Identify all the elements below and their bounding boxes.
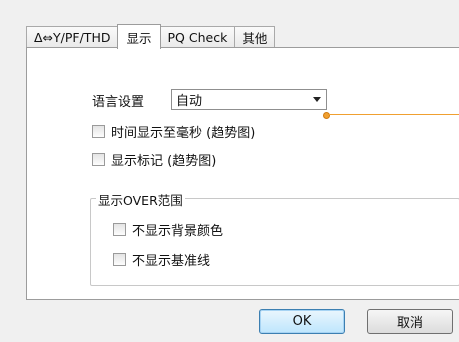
time-ms-checkbox[interactable] xyxy=(92,125,105,138)
language-setting-label: 语言设置 xyxy=(92,95,145,110)
tab-display[interactable]: 显示 xyxy=(117,24,161,49)
callout-line xyxy=(329,114,459,115)
language-dropdown-value: 自动 xyxy=(176,94,203,109)
no-bg-color-label: 不显示背景颜色 xyxy=(132,224,224,239)
tab-strip: Δ⇔Y/PF/THD 显示 PQ Check 其他 xyxy=(26,24,276,49)
no-baseline-label: 不显示基准线 xyxy=(132,254,211,269)
dropdown-arrow-icon xyxy=(313,97,321,102)
show-marker-label: 显示标记 (趋势图) xyxy=(111,154,217,169)
settings-dialog: Δ⇔Y/PF/THD 显示 PQ Check 其他 语言设置 自动 时间显示至毫… xyxy=(0,0,459,342)
no-baseline-option[interactable]: 不显示基准线 xyxy=(113,250,210,269)
cancel-button[interactable]: 取消 xyxy=(367,309,453,334)
no-bg-color-checkbox[interactable] xyxy=(113,223,126,236)
time-ms-option[interactable]: 时间显示至毫秒 (趋势图) xyxy=(92,122,255,141)
show-marker-checkbox[interactable] xyxy=(92,153,105,166)
tab-other[interactable]: 其他 xyxy=(234,26,276,48)
over-range-group-title: 显示OVER范围 xyxy=(96,190,185,209)
time-ms-label: 时间显示至毫秒 (趋势图) xyxy=(111,126,256,141)
ok-button[interactable]: OK xyxy=(259,309,345,334)
show-marker-option[interactable]: 显示标记 (趋势图) xyxy=(92,150,216,169)
tab-delta-y-pf-thd[interactable]: Δ⇔Y/PF/THD xyxy=(26,26,119,48)
over-range-group xyxy=(90,198,459,286)
no-baseline-checkbox[interactable] xyxy=(113,253,126,266)
language-dropdown[interactable]: 自动 xyxy=(171,89,327,110)
no-bg-color-option[interactable]: 不显示背景颜色 xyxy=(113,220,223,239)
tab-pq-check[interactable]: PQ Check xyxy=(159,26,236,48)
